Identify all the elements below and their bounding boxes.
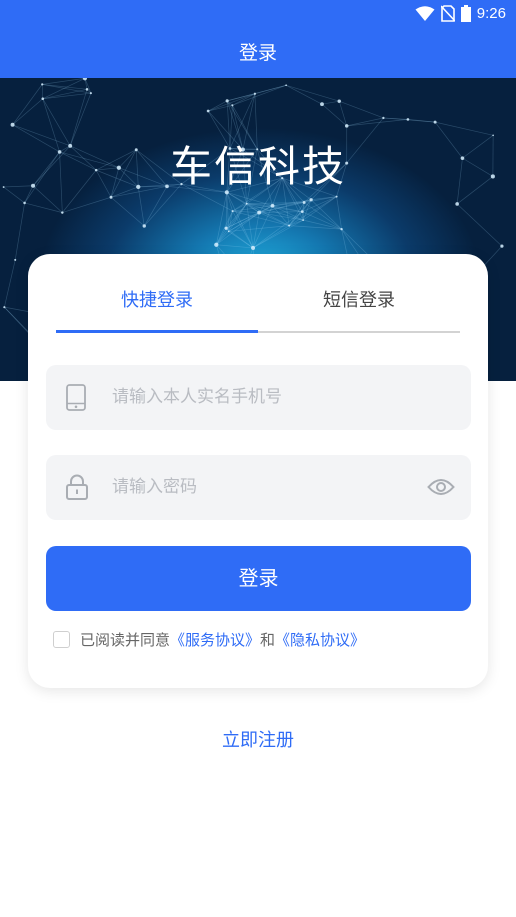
status-bar: 9:26 xyxy=(0,0,516,30)
hero-title: 车信科技 xyxy=(169,142,346,191)
agreement-conjunction: 和 xyxy=(260,630,276,649)
agreement-checkbox[interactable] xyxy=(53,630,70,648)
status-time: 9:26 xyxy=(476,5,506,22)
password-input[interactable] xyxy=(112,467,412,507)
eye-icon[interactable] xyxy=(427,477,455,501)
app-bar: 登录 xyxy=(0,30,516,78)
phone-field[interactable] xyxy=(46,365,471,430)
register-link[interactable]: 立即注册 xyxy=(0,726,516,752)
wifi-icon xyxy=(415,5,435,22)
agreement-prefix: 已阅读并同意 xyxy=(80,630,171,649)
login-button[interactable]: 登录 xyxy=(46,546,471,611)
lock-icon xyxy=(66,474,88,504)
password-field[interactable] xyxy=(46,455,471,520)
login-card: 快捷登录 短信登录 登录 已阅读并同意 《服务协议》 和 《隐私协议》 xyxy=(28,254,488,688)
page-title: 登录 xyxy=(238,42,277,64)
phone-icon xyxy=(66,384,86,415)
privacy-agreement-link[interactable]: 《隐私协议》 xyxy=(275,629,365,650)
login-tabs: 快捷登录 短信登录 xyxy=(56,286,460,334)
agreement-row: 已阅读并同意 《服务协议》 和 《隐私协议》 xyxy=(53,629,365,649)
tab-sms-login[interactable]: 短信登录 xyxy=(258,286,460,312)
no-sim-icon xyxy=(440,5,455,22)
phone-input[interactable] xyxy=(112,377,412,417)
battery-icon xyxy=(460,5,471,22)
status-icons: 9:26 xyxy=(415,5,506,22)
service-agreement-link[interactable]: 《服务协议》 xyxy=(170,629,260,650)
tab-quick-login[interactable]: 快捷登录 xyxy=(56,286,258,312)
tab-indicator xyxy=(56,330,258,333)
